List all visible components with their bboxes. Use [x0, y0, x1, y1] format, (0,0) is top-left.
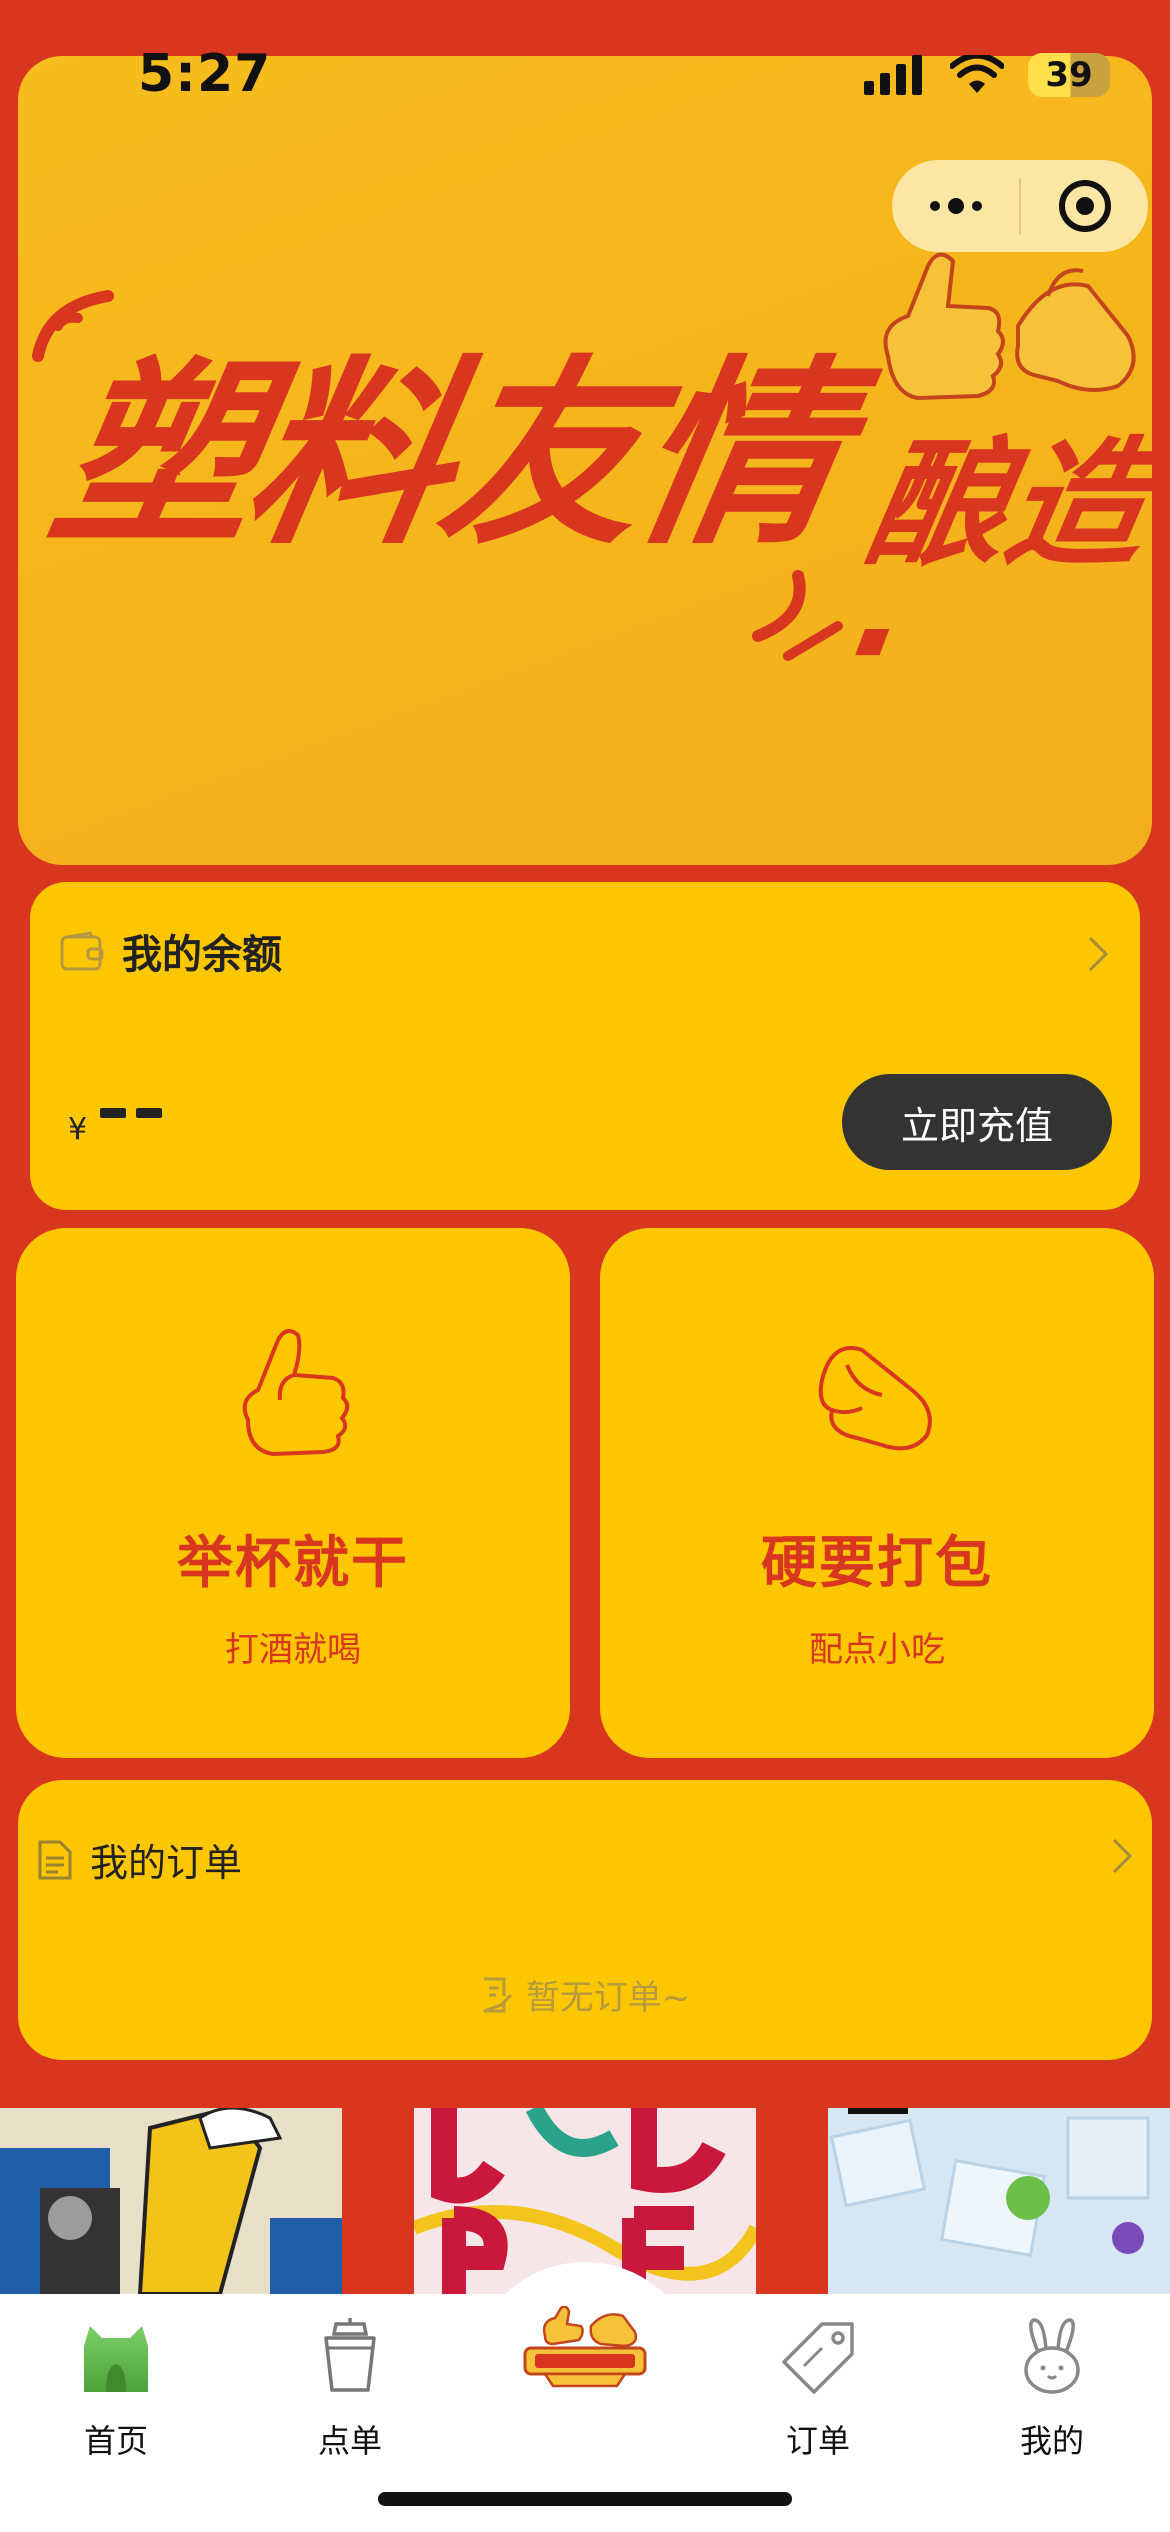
orders-empty-text: 暂无订单~ [525, 1978, 691, 2018]
balance-card[interactable]: 我的余额 ¥ 立即充值 [30, 882, 1140, 1210]
brand-logo-icon [523, 2306, 647, 2388]
tab-profile[interactable]: 我的 [972, 2316, 1132, 2462]
action-title: 硬要打包 [761, 1531, 993, 1596]
rabbit-icon [1024, 2318, 1080, 2394]
status-icons: 39 [864, 50, 1110, 100]
home-icon [84, 2326, 148, 2392]
currency-symbol: ¥ [68, 1112, 88, 1147]
chevron-right-icon[interactable] [1110, 1836, 1134, 1876]
home-indicator [378, 2492, 792, 2506]
balance-title: 我的余额 [122, 932, 282, 978]
target-icon [1058, 180, 1111, 232]
tab-order[interactable]: 点单 [270, 2316, 430, 2462]
chevron-right-icon[interactable] [1086, 934, 1110, 974]
balance-header: 我的余额 [60, 922, 282, 980]
tab-orders[interactable]: 订单 [738, 2316, 898, 2462]
thumbs-up-icon [242, 1329, 350, 1457]
miniprogram-capsule[interactable] [892, 160, 1148, 252]
more-dots-icon [929, 198, 982, 214]
promo-image-ice [828, 2108, 1170, 2294]
ok-hand-icon [818, 1346, 932, 1451]
battery-indicator: 39 [1028, 53, 1110, 97]
orders-title: 我的订单 [90, 1841, 243, 1885]
balance-amount-placeholder [100, 1108, 162, 1118]
promo-thumbnail[interactable] [0, 2108, 342, 2294]
tab-center-brand[interactable] [505, 2306, 665, 2416]
wifi-icon [950, 55, 1004, 93]
document-icon [38, 1840, 72, 1879]
tab-home[interactable]: 首页 [36, 2316, 196, 2462]
tag-icon [782, 2322, 854, 2394]
promo-image-beer [0, 2108, 342, 2294]
action-subtitle: 打酒就喝 [225, 1630, 361, 1670]
action-subtitle: 配点小吃 [809, 1630, 945, 1670]
orders-header: 我的订单 [36, 1832, 242, 1887]
banner-slogan-side: 酿造· [831, 424, 1152, 723]
note-edit-icon [483, 1977, 512, 2012]
cup-icon [324, 2318, 376, 2392]
orders-empty-state: 暂无订单~ [18, 1970, 1152, 2019]
more-menu-button[interactable] [892, 160, 1019, 252]
status-time: 5:27 [138, 44, 272, 104]
action-title: 举杯就干 [177, 1531, 409, 1596]
tab-label: 我的 [1019, 2422, 1084, 2460]
orders-card[interactable]: 我的订单 暂无订单~ [18, 1780, 1152, 2060]
tab-label: 订单 [785, 2422, 850, 2460]
cellular-signal-icon [864, 55, 922, 95]
tab-label: 首页 [83, 2422, 148, 2460]
promo-thumbnail[interactable] [828, 2108, 1170, 2294]
action-card-drink[interactable]: 举杯就干 打酒就喝 [16, 1228, 570, 1758]
wallet-icon [60, 931, 104, 971]
banner-slogan-main: 塑料友情 [37, 339, 855, 572]
action-card-takeaway[interactable]: 硬要打包 配点小吃 [600, 1228, 1154, 1758]
tab-label: 点单 [317, 2422, 382, 2460]
hands-illustration [883, 252, 1136, 401]
recharge-button[interactable]: 立即充值 [842, 1074, 1112, 1170]
close-miniprogram-button[interactable] [1021, 160, 1148, 252]
